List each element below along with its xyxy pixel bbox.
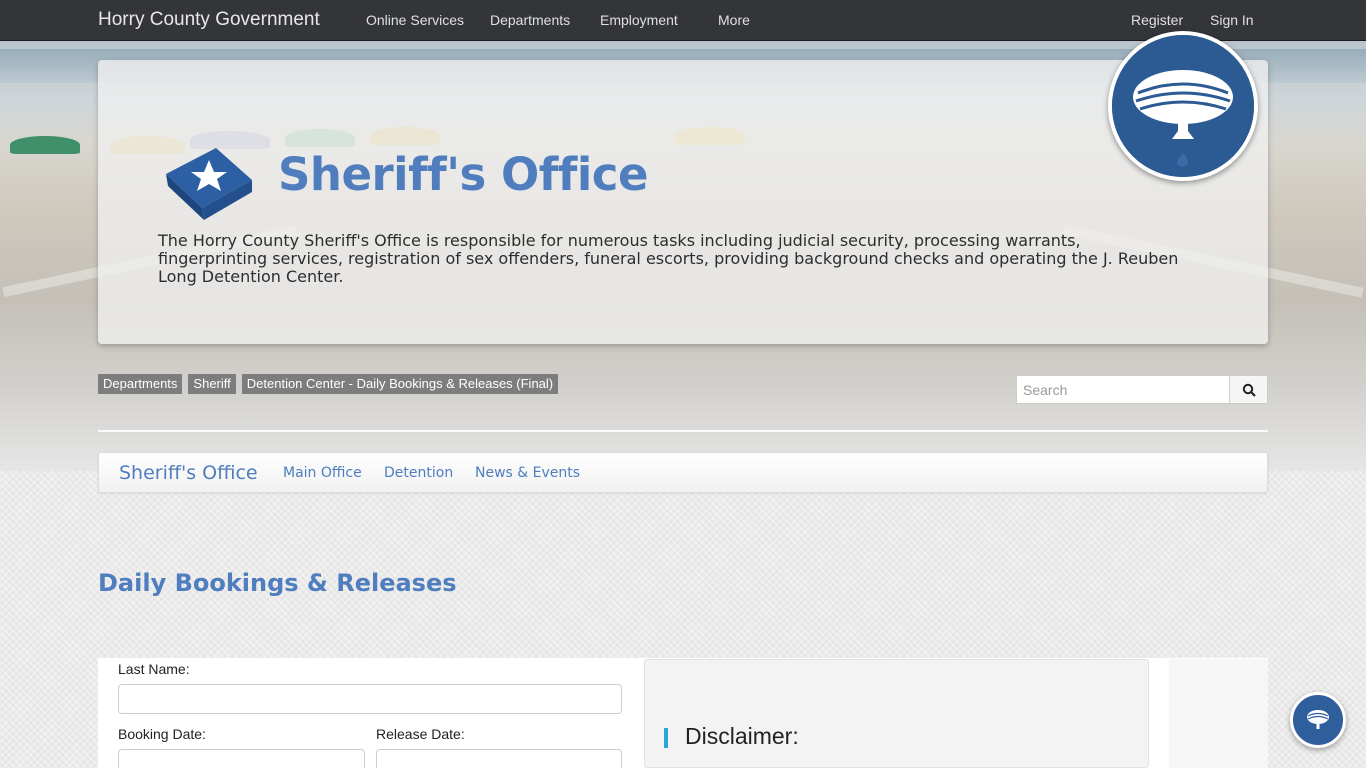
release-date-input[interactable] bbox=[376, 749, 622, 768]
subnav-title[interactable]: Sheriff's Office bbox=[119, 462, 258, 484]
booking-date-input[interactable] bbox=[118, 749, 365, 768]
subnav-main-office[interactable]: Main Office bbox=[283, 465, 362, 481]
beach-umbrella bbox=[10, 136, 80, 154]
right-column bbox=[1169, 659, 1268, 768]
nav-departments[interactable]: Departments bbox=[490, 12, 570, 28]
booking-date-label: Booking Date: bbox=[118, 726, 206, 742]
section-heading: Daily Bookings & Releases bbox=[98, 569, 457, 597]
subnav-news-events[interactable]: News & Events bbox=[475, 465, 580, 481]
breadcrumb: Departments Sheriff Detention Center - D… bbox=[98, 374, 559, 394]
search-icon bbox=[1242, 383, 1256, 397]
breadcrumb-current[interactable]: Detention Center - Daily Bookings & Rele… bbox=[241, 374, 559, 394]
oak-tree-icon bbox=[1112, 35, 1254, 177]
nav-employment[interactable]: Employment bbox=[600, 12, 678, 28]
site-brand[interactable]: Horry County Government bbox=[98, 9, 320, 31]
disclaimer-accent-bar bbox=[664, 728, 668, 748]
disclaimer-panel: Disclaimer: bbox=[644, 659, 1149, 768]
oak-tree-icon bbox=[1307, 710, 1329, 729]
nav-online-services[interactable]: Online Services bbox=[366, 12, 464, 28]
last-name-label: Last Name: bbox=[118, 661, 190, 677]
department-subnav: Sheriff's Office Main Office Detention N… bbox=[98, 452, 1268, 493]
header-panel: Sheriff's Office The Horry County Sherif… bbox=[98, 60, 1268, 344]
breadcrumb-sheriff[interactable]: Sheriff bbox=[188, 374, 236, 394]
section-divider bbox=[98, 430, 1268, 432]
star-badge-icon bbox=[164, 146, 252, 220]
search-box bbox=[1016, 375, 1268, 404]
signin-link[interactable]: Sign In bbox=[1210, 12, 1254, 28]
search-input[interactable] bbox=[1016, 375, 1230, 404]
county-tree-logo[interactable] bbox=[1108, 31, 1258, 181]
search-button[interactable] bbox=[1229, 375, 1268, 404]
disclaimer-title: Disclaimer: bbox=[685, 723, 799, 749]
last-name-input[interactable] bbox=[118, 684, 622, 714]
floating-help-button[interactable] bbox=[1290, 692, 1346, 748]
header-description: The Horry County Sheriff's Office is res… bbox=[158, 231, 1179, 286]
breadcrumb-departments[interactable]: Departments bbox=[98, 374, 183, 394]
register-link[interactable]: Register bbox=[1131, 12, 1183, 28]
nav-more[interactable]: More bbox=[718, 12, 750, 28]
subnav-detention[interactable]: Detention bbox=[384, 465, 453, 481]
release-date-label: Release Date: bbox=[376, 726, 465, 742]
page-title: Sheriff's Office bbox=[278, 148, 649, 201]
